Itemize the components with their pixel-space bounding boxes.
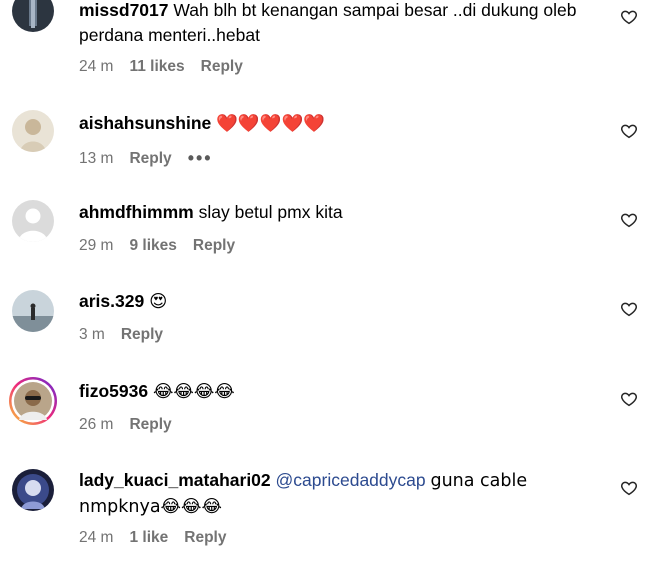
heart-outline-icon[interactable] xyxy=(620,211,638,229)
comment-meta: 13 m Reply ••• xyxy=(79,148,213,169)
heart-outline-icon[interactable] xyxy=(620,390,638,408)
avatar[interactable] xyxy=(12,200,54,242)
comment-body: slay betul pmx kita xyxy=(198,202,343,222)
comment-text: fizo5936 😂😂😂😂 xyxy=(79,379,589,405)
comment-body: 😍 xyxy=(149,292,168,312)
avatar[interactable] xyxy=(9,377,57,425)
comment-meta: 29 m 9 likes Reply xyxy=(79,237,235,255)
avatar[interactable] xyxy=(12,0,54,32)
comment-meta: 3 m Reply xyxy=(79,326,163,344)
reply-button[interactable]: Reply xyxy=(129,150,171,168)
more-options-icon[interactable]: ••• xyxy=(188,148,213,169)
reply-button[interactable]: Reply xyxy=(201,58,243,76)
heart-outline-icon[interactable] xyxy=(620,8,638,26)
avatar[interactable] xyxy=(12,469,54,511)
comment-username[interactable]: ahmdfhimmm xyxy=(79,202,194,222)
comment-text: missd7017 Wah blh bt kenangan sampai bes… xyxy=(79,0,589,48)
comment-body: 😂😂😂😂 xyxy=(152,382,235,402)
comment-meta: 26 m Reply xyxy=(79,416,172,434)
comment-likes[interactable]: 1 like xyxy=(129,529,168,547)
comment-likes[interactable]: 11 likes xyxy=(129,58,184,76)
comment-time: 29 m xyxy=(79,237,114,254)
comment-text: lady_kuaci_matahari02 @capricedaddycap g… xyxy=(79,468,589,520)
heart-outline-icon[interactable] xyxy=(620,122,638,140)
comment-username[interactable]: lady_kuaci_matahari02 xyxy=(79,470,271,490)
comment-meta: 24 m 1 like Reply xyxy=(79,529,226,547)
reply-button[interactable]: Reply xyxy=(121,326,163,344)
comment-username[interactable]: aris.329 xyxy=(79,291,144,311)
comment-username[interactable]: aishahsunshine xyxy=(79,113,211,133)
comment-text: aris.329 😍 xyxy=(79,289,589,315)
comment-time: 3 m xyxy=(79,326,105,343)
heart-outline-icon[interactable] xyxy=(620,300,638,318)
comment-username[interactable]: fizo5936 xyxy=(79,381,148,401)
comment-username[interactable]: missd7017 xyxy=(79,0,169,20)
comment-time: 26 m xyxy=(79,416,114,433)
avatar[interactable] xyxy=(12,110,54,152)
avatar[interactable] xyxy=(12,290,54,332)
comment-time: 24 m xyxy=(79,58,114,75)
reply-button[interactable]: Reply xyxy=(193,237,235,255)
comment-likes[interactable]: 9 likes xyxy=(129,237,176,255)
comment-text: ahmdfhimmm slay betul pmx kita xyxy=(79,200,589,225)
comment-meta: 24 m 11 likes Reply xyxy=(79,58,243,76)
reply-button[interactable]: Reply xyxy=(184,529,226,547)
reply-button[interactable]: Reply xyxy=(129,416,171,434)
comment-time: 24 m xyxy=(79,529,114,546)
comment-mention[interactable]: @capricedaddycap xyxy=(276,470,426,490)
heart-outline-icon[interactable] xyxy=(620,479,638,497)
comment-text: aishahsunshine ❤️❤️❤️❤️❤️ xyxy=(79,111,589,137)
comment-time: 13 m xyxy=(79,149,114,167)
comment-body: ❤️❤️❤️❤️❤️ xyxy=(216,114,326,134)
